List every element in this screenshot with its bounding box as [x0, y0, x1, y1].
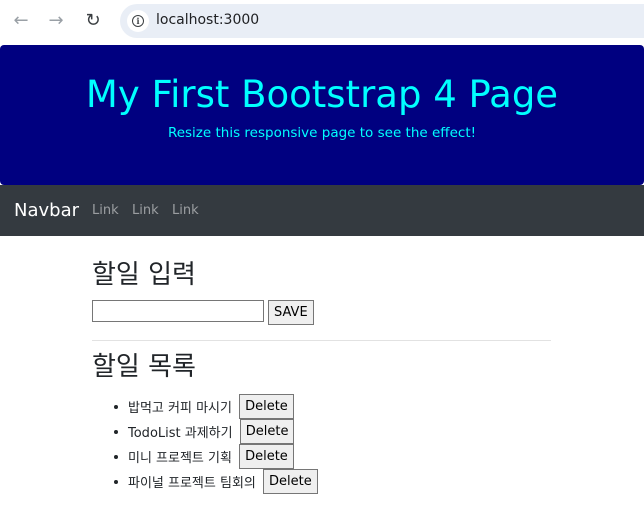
divider [92, 340, 551, 341]
todo-item-text: 파이널 프로젝트 팀회의 [128, 476, 256, 491]
jumbotron-header: My First Bootstrap 4 Page Resize this re… [0, 45, 644, 185]
todo-input[interactable] [92, 300, 264, 322]
todo-item: 파이널 프로젝트 팀회의 Delete [128, 469, 318, 494]
todo-list-heading: 할일 목록 [92, 352, 196, 382]
delete-button[interactable]: Delete [263, 469, 318, 494]
save-button[interactable]: SAVE [268, 300, 314, 325]
todo-item-text: 미니 프로젝트 기획 [128, 451, 232, 466]
todo-list: 밥먹고 커피 마시기 Delete TodoList 과제하기 Delete 미… [92, 394, 318, 494]
browser-toolbar: ← → ↻ i localhost:3000 [0, 0, 644, 44]
delete-button[interactable]: Delete [239, 419, 295, 444]
reload-icon[interactable]: ↻ [82, 10, 104, 32]
todo-item: 미니 프로젝트 기획 Delete [128, 444, 318, 469]
nav-link-1[interactable]: Link [92, 203, 119, 218]
address-bar[interactable]: i localhost:3000 [120, 4, 644, 38]
delete-button[interactable]: Delete [239, 394, 294, 419]
todo-item: TodoList 과제하기 Delete [128, 419, 318, 444]
info-icon: i [132, 15, 144, 27]
delete-button[interactable]: Delete [239, 444, 294, 469]
forward-arrow-icon[interactable]: → [45, 10, 67, 32]
site-info-button[interactable]: i [127, 10, 149, 32]
todo-item: 밥먹고 커피 마시기 Delete [128, 394, 318, 419]
todo-input-heading: 할일 입력 [92, 260, 196, 290]
back-arrow-icon[interactable]: ← [10, 10, 32, 32]
nav-link-2[interactable]: Link [132, 203, 159, 218]
url-text[interactable]: localhost:3000 [156, 12, 259, 28]
todo-item-text: TodoList 과제하기 [128, 426, 233, 441]
navbar: Navbar Link Link Link [0, 185, 644, 236]
navbar-brand[interactable]: Navbar [14, 200, 79, 221]
page-title: My First Bootstrap 4 Page [85, 73, 559, 116]
todo-item-text: 밥먹고 커피 마시기 [128, 401, 232, 416]
nav-link-3[interactable]: Link [172, 203, 199, 218]
page-subtitle: Resize this responsive page to see the e… [167, 125, 477, 141]
